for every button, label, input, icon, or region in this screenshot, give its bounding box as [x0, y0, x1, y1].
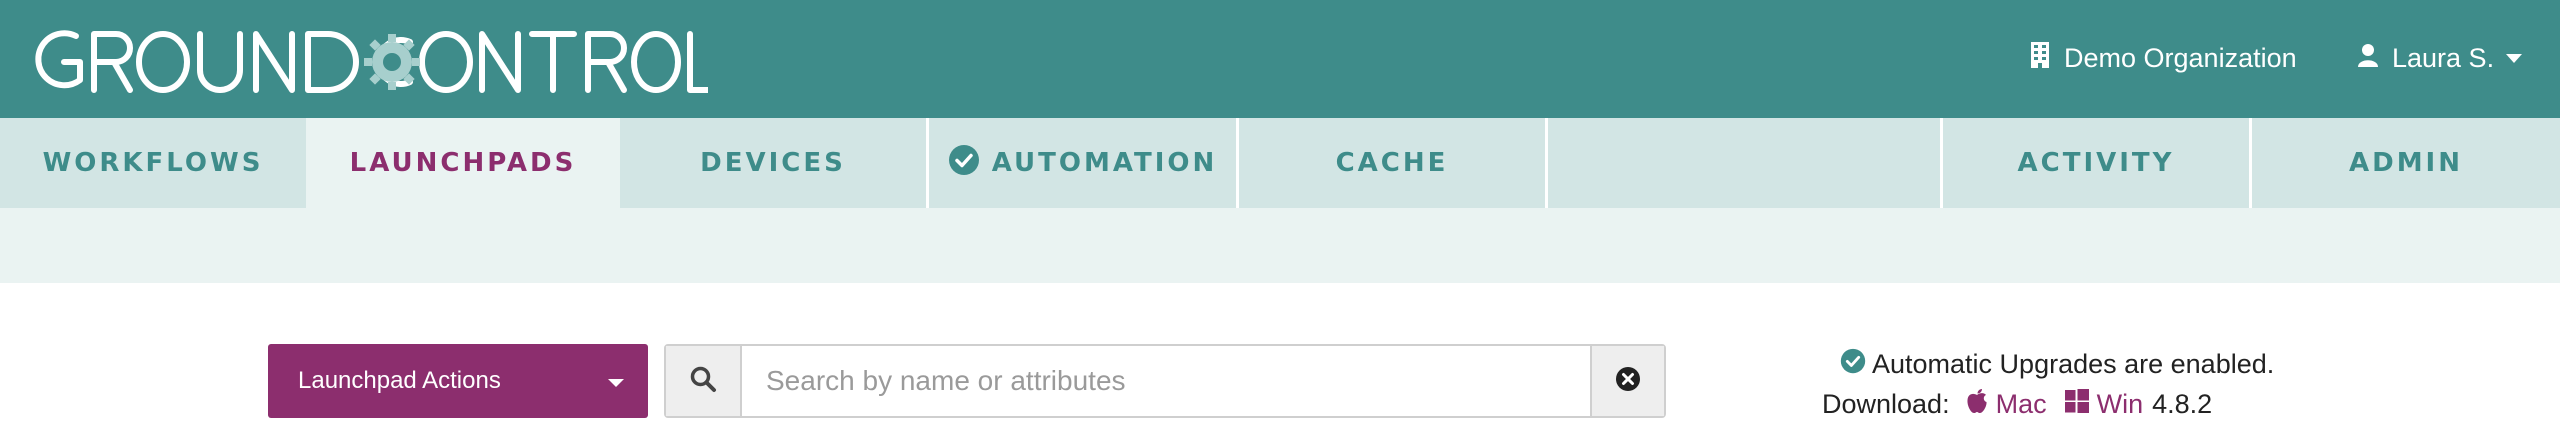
tab-label: ACTIVITY [2017, 148, 2175, 178]
tab-devices[interactable]: DEVICES [620, 118, 926, 208]
download-mac-link[interactable]: Mac [1966, 388, 2047, 421]
tab-workflows[interactable]: WORKFLOWS [0, 118, 306, 208]
download-label: Download: [1822, 389, 1950, 419]
search-button[interactable] [666, 346, 742, 416]
search-input[interactable] [742, 346, 1590, 416]
search-icon [689, 365, 717, 398]
organization-menu[interactable]: Demo Organization [2030, 40, 2297, 76]
clear-icon [1615, 366, 1641, 397]
tab-divider [1545, 118, 1548, 208]
search-bar [664, 344, 1666, 418]
user-menu[interactable]: Laura S. [2358, 40, 2523, 76]
download-row: Download: Mac Win 4.8.2 [1822, 388, 2212, 421]
tab-cache[interactable]: CACHE [1239, 118, 1545, 208]
auto-upgrade-text: Automatic Upgrades are enabled. [1872, 349, 2275, 379]
launchpad-actions-button[interactable]: Launchpad Actions [268, 344, 648, 418]
check-circle-icon [1840, 348, 1866, 381]
clear-search-button[interactable] [1590, 346, 1664, 416]
chevron-down-icon [2506, 53, 2523, 63]
tab-label: WORKFLOWS [42, 148, 264, 178]
user-icon [2358, 43, 2378, 74]
organization-name: Demo Organization [2064, 42, 2297, 73]
check-circle-icon [948, 144, 980, 183]
tab-admin[interactable]: ADMIN [2252, 118, 2560, 208]
main-nav: WORKFLOWS LAUNCHPADS DEVICES AUTOMATION … [0, 118, 2560, 208]
building-icon [2030, 41, 2050, 76]
windows-icon [2064, 389, 2097, 420]
user-name: Laura S. [2392, 42, 2495, 73]
tab-label: DEVICES [700, 148, 846, 178]
chevron-down-icon [608, 379, 624, 387]
tab-label: LAUNCHPADS [349, 148, 577, 178]
app-header: Demo Organization Laura S. [0, 0, 2560, 118]
auto-upgrade-status: Automatic Upgrades are enabled. [1840, 348, 2274, 381]
tab-automation[interactable]: AUTOMATION [929, 118, 1236, 208]
tab-activity[interactable]: ACTIVITY [1943, 118, 2249, 208]
sub-nav-bar [0, 208, 2560, 283]
win-label: Win [2096, 389, 2144, 419]
download-win-link[interactable]: Win [2064, 389, 2144, 420]
groundcontrol-logo[interactable] [28, 22, 708, 94]
launchpad-actions-label: Launchpad Actions [298, 367, 501, 394]
tab-launchpads[interactable]: LAUNCHPADS [306, 118, 620, 208]
apple-icon [1966, 388, 1996, 421]
tab-label: ADMIN [2348, 148, 2463, 178]
mac-label: Mac [1995, 389, 2047, 419]
tab-label: CACHE [1335, 148, 1449, 178]
tab-label: AUTOMATION [991, 148, 1218, 178]
version-label: 4.8.2 [2152, 389, 2213, 419]
